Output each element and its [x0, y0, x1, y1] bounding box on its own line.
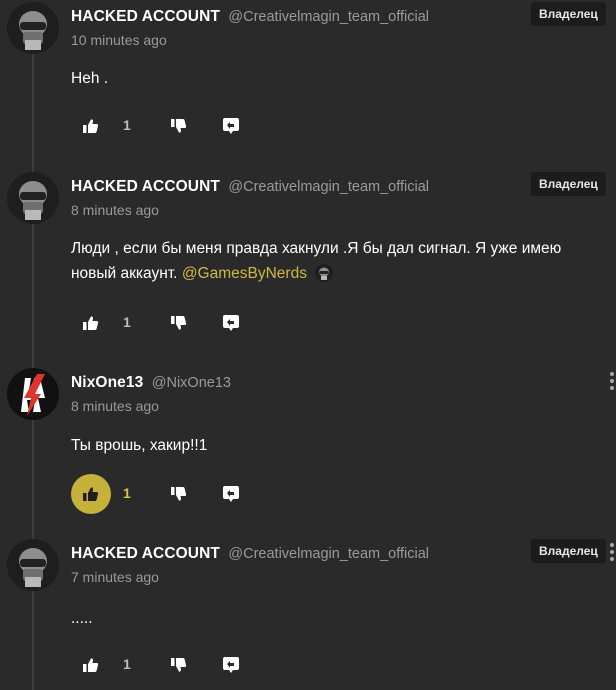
helmet-avatar-icon [7, 2, 59, 54]
comment-actions: 1 [71, 106, 371, 146]
owner-badge: Владелец [531, 172, 606, 196]
reply-icon [223, 315, 239, 331]
comment-text: Heh . [71, 70, 109, 87]
like-button[interactable] [71, 645, 111, 685]
reply-button[interactable] [211, 645, 251, 685]
reply-button[interactable] [211, 106, 251, 146]
reply-button[interactable] [211, 303, 251, 343]
author-name[interactable]: NixOne13 [71, 374, 143, 391]
like-count: 1 [123, 314, 131, 330]
timestamp: 10 minutes ago [71, 32, 167, 48]
thread-line [32, 40, 34, 690]
avatar[interactable] [7, 368, 59, 420]
author-name[interactable]: HACKED ACCOUNT [71, 8, 220, 25]
timestamp: 8 minutes ago [71, 398, 159, 414]
owner-badge: Владелец [531, 2, 606, 26]
like-button[interactable] [71, 303, 111, 343]
thumbs-down-icon [171, 487, 187, 501]
comment-text: Ты врошь, хакир!!1 [71, 437, 208, 454]
like-count: 1 [123, 117, 131, 133]
author-handle[interactable]: @Creativelmagin_team_official [228, 9, 429, 25]
avatar[interactable] [7, 2, 59, 54]
thumbs-up-icon [83, 119, 99, 133]
like-count: 1 [123, 656, 131, 672]
avatar[interactable] [7, 539, 59, 591]
comment-text: ..... [71, 610, 93, 627]
reply-button[interactable] [211, 474, 251, 514]
dislike-button[interactable] [159, 645, 199, 685]
helmet-avatar-icon [7, 539, 59, 591]
comment-text-line: новый аккаунт. @GamesByNerds [71, 261, 561, 286]
author-handle[interactable]: @NixOne13 [152, 375, 231, 391]
more-vertical-icon[interactable] [608, 543, 616, 563]
author-name[interactable]: HACKED ACCOUNT [71, 545, 220, 562]
like-button[interactable] [71, 474, 111, 514]
thumbs-up-icon [83, 316, 99, 330]
comment-text: Люди , если бы меня правда хакнули .Я бы… [71, 236, 561, 286]
dislike-button[interactable] [159, 106, 199, 146]
thumbs-down-icon [171, 658, 187, 672]
lightning-avatar-icon [7, 368, 59, 420]
reply-icon [223, 486, 239, 502]
reply-icon [223, 657, 239, 673]
dislike-button[interactable] [159, 303, 199, 343]
comment-actions: 1 [71, 645, 371, 685]
comment-text-line: Люди , если бы меня правда хакнули .Я бы… [71, 240, 562, 257]
emoji-helmet-icon [315, 264, 334, 282]
comment-text-part: новый аккаунт. [71, 265, 178, 282]
owner-badge: Владелец [531, 539, 606, 563]
author-handle[interactable]: @Creativelmagin_team_official [228, 546, 429, 562]
reply-icon [223, 118, 239, 134]
thumbs-up-icon [83, 487, 99, 501]
thumbs-down-icon [171, 119, 187, 133]
author-handle[interactable]: @Creativelmagin_team_official [228, 179, 429, 195]
avatar[interactable] [7, 172, 59, 224]
timestamp: 7 minutes ago [71, 569, 159, 585]
like-button[interactable] [71, 106, 111, 146]
comment-actions: 1 [71, 303, 371, 343]
more-vertical-icon[interactable] [608, 372, 616, 392]
author-name[interactable]: HACKED ACCOUNT [71, 178, 220, 195]
thumbs-up-icon [83, 658, 99, 672]
comment-actions: 1 [71, 474, 371, 514]
timestamp: 8 minutes ago [71, 202, 159, 218]
thumbs-down-icon [171, 316, 187, 330]
mention-link[interactable]: @GamesByNerds [182, 265, 307, 282]
dislike-button[interactable] [159, 474, 199, 514]
like-count: 1 [123, 485, 131, 501]
helmet-avatar-icon [7, 172, 59, 224]
